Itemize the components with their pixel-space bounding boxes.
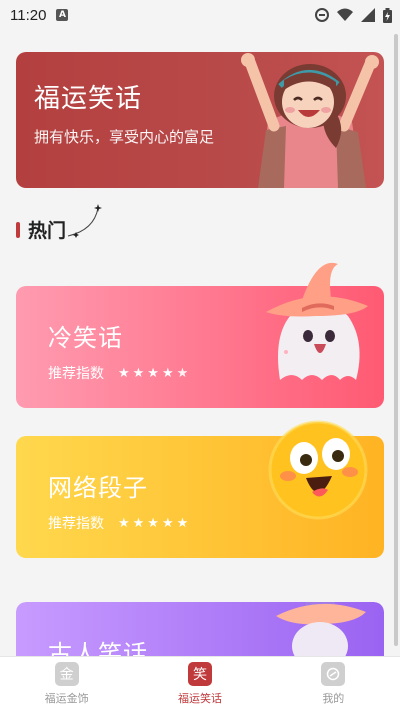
banner[interactable]: 福运笑话 拥有快乐，享受内心的富足 [16,52,384,188]
rating-stars: ★★★★★ [118,515,192,531]
status-icons [315,7,392,23]
card-title: 古人笑话 [48,640,148,656]
tab-label: 福运笑话 [177,691,222,705]
banner-title: 福运笑话 [34,84,143,114]
bottom-tab-bar: 金 福运金饰 笑 福运笑话 我的 [0,656,400,710]
scrollbar[interactable] [394,34,398,646]
rating-label: 推荐指数 [48,516,104,532]
card-title: 网络段子 [48,474,148,502]
ghost-wizard-icon [276,602,366,656]
battery-icon [383,7,392,23]
wifi-icon [337,8,353,21]
card-title: 冷笑话 [48,324,123,352]
banner-subtitle: 拥有快乐，享受内心的富足 [34,128,215,146]
joke-category-card-internet[interactable]: 网络段子 推荐指数 ★★★★★ [16,420,384,558]
joke-category-card-cold[interactable]: 冷笑话 推荐指数 ★★★★★ [16,262,384,408]
section-accent-bar [16,221,20,238]
rating-stars: ★★★★★ [118,365,192,381]
tab-label: 福运金饰 [44,691,89,705]
tab-gold-jewelry[interactable]: 金 福运金饰 [0,657,133,710]
joke-category-card-ancient[interactable]: 古人笑话 [16,602,384,656]
tab-label: 我的 [322,691,345,705]
status-time: 11:20 [10,6,47,24]
signal-icon [361,8,375,22]
profile-icon [321,661,346,686]
tab-jokes[interactable]: 笑 福运笑话 [133,657,266,710]
ghost-witch-icon [266,262,368,380]
gold-icon: 金 [54,661,79,686]
joke-icon: 笑 [187,661,212,686]
sparkle-icon [67,204,102,238]
notification-a-icon: A [56,9,69,21]
card-rating: 推荐指数 ★★★★★ [48,363,191,383]
rating-label: 推荐指数 [48,366,104,382]
tab-profile[interactable]: 我的 [267,657,400,710]
status-bar: 11:20 A [0,0,400,30]
section-hot-header: 热门 [16,204,102,243]
laughing-emoji-icon [268,420,368,520]
laughing-girl-illustration [241,53,379,188]
do-not-disturb-icon [315,8,329,22]
section-title: 热门 [28,220,67,242]
card-rating: 推荐指数 ★★★★★ [48,513,191,533]
